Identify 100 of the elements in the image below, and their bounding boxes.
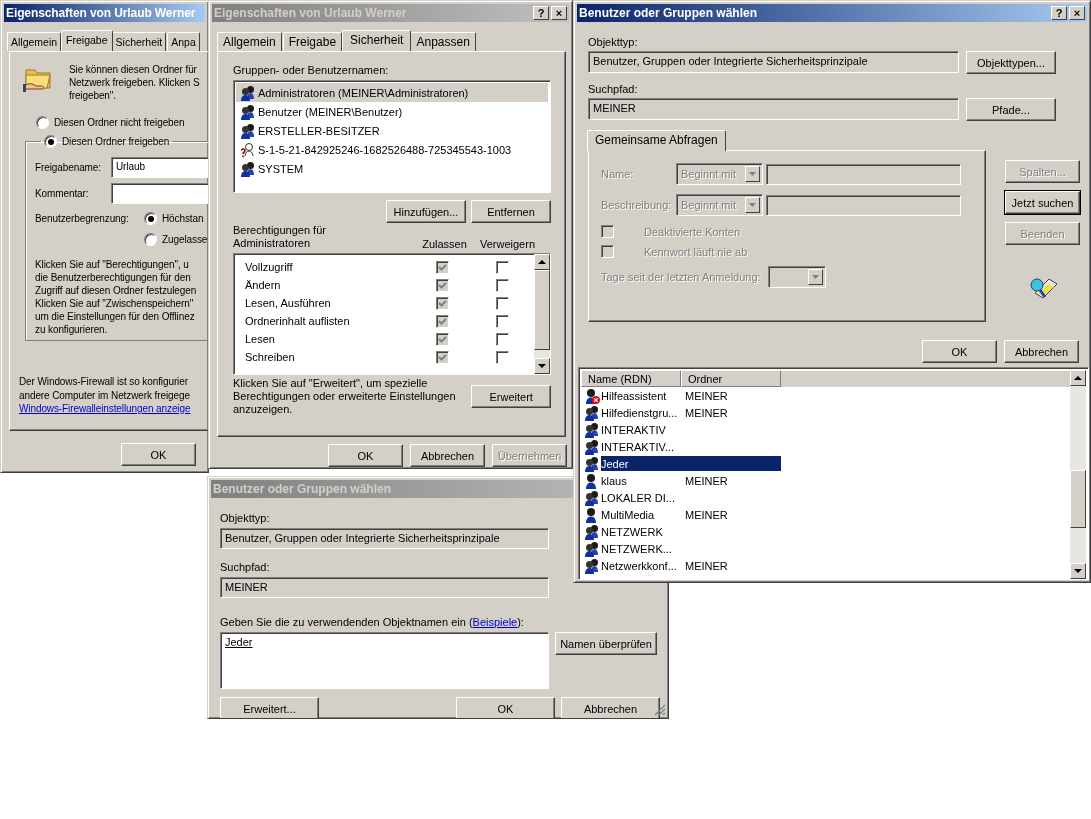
tab[interactable]: Sicherheit <box>111 32 167 51</box>
allow-checkbox[interactable] <box>436 350 449 364</box>
group-icon <box>584 455 600 472</box>
name-cell-text: Netzwerkkonf... <box>601 559 678 572</box>
tab[interactable]: Freigabe <box>61 30 113 51</box>
scroll-down-icon[interactable] <box>1074 569 1082 573</box>
group-list-item[interactable]: Administratoren (MEINER\Administratoren) <box>236 83 548 102</box>
scroll-down-icon[interactable] <box>538 364 546 368</box>
dialog-button[interactable]: Abbrechen <box>410 444 485 467</box>
scrollbar[interactable] <box>534 254 550 374</box>
result-row[interactable]: NETZWERK... <box>601 541 781 556</box>
dialog-button[interactable]: Abbrechen <box>1004 340 1079 363</box>
allow-checkbox[interactable] <box>436 260 449 274</box>
dropdown-arrow-icon[interactable] <box>749 203 756 207</box>
side-button[interactable]: Jetzt suchen <box>1005 191 1080 214</box>
radio-button[interactable]: Diesen Ordner freigeben <box>44 135 170 148</box>
object-names-field[interactable]: Jeder <box>220 632 549 689</box>
firewall-settings-link[interactable]: Windows-Firewalleinstellungen anzeige <box>19 403 191 414</box>
name-cell-text: INTERAKTIV <box>601 423 667 436</box>
radio-button[interactable]: Diesen Ordner nicht freigeben <box>36 116 208 129</box>
dialog-button[interactable]: OK <box>328 444 403 467</box>
group-icon <box>240 103 256 120</box>
groups-list[interactable]: Administratoren (MEINER\Administratoren) Benutzer (MEINER\Benutzer) ERSTELLER-BESITZER S-1-5-21-842925246-1682526488-725345543-1003 SYSTEM <box>233 80 551 193</box>
result-row[interactable]: Hilfedienstgru... MEINER <box>601 405 781 420</box>
tab[interactable]: Anpa <box>167 32 200 51</box>
name-cell-text: Hilfeassistent <box>601 389 668 402</box>
advanced-button[interactable]: Erweitert <box>471 385 551 408</box>
group-icon <box>584 557 600 574</box>
group-list-item[interactable]: ERSTELLER-BESITZER <box>236 121 548 140</box>
permission-name: Ändern <box>245 279 282 291</box>
help-button[interactable]: ? <box>533 6 549 20</box>
tab[interactable]: Freigabe <box>282 32 343 51</box>
object-type-field: Benutzer, Gruppen oder Integrierte Sicherheitsprinzipale <box>220 528 549 549</box>
dropdown-arrow-icon[interactable] <box>749 172 756 176</box>
group-list-item[interactable]: Benutzer (MEINER\Benutzer) <box>236 102 548 121</box>
check-names-button[interactable]: Namen überprüfen <box>555 632 657 655</box>
dialog-button[interactable]: OK <box>922 340 997 363</box>
result-row[interactable]: klaus MEINER <box>601 473 781 488</box>
folder-cell: MEINER <box>685 559 728 572</box>
group-icon <box>584 421 600 438</box>
share-name-label: Freigabename: <box>35 162 102 173</box>
ok-button[interactable]: OK <box>121 443 196 466</box>
dropdown-arrow-icon[interactable] <box>811 275 819 279</box>
permission-name: Vollzugriff <box>245 261 294 273</box>
help-button[interactable]: ? <box>1051 6 1067 20</box>
group-list-item[interactable]: S-1-5-21-842925246-1682526488-725345543-1003 <box>236 140 548 159</box>
permission-name: Lesen, Ausführen <box>245 297 332 309</box>
dialog-button[interactable]: OK <box>456 697 555 718</box>
window-title: Eigenschaften von Urlaub Werner <box>214 6 408 20</box>
group-icon <box>240 122 256 139</box>
result-row[interactable]: Netzwerkkonf... MEINER <box>601 558 781 573</box>
radio-button[interactable]: Zugelasse <box>144 233 208 246</box>
group-icon <box>584 540 600 557</box>
close-button[interactable]: × <box>1069 6 1085 20</box>
result-row[interactable]: Jeder <box>601 456 781 471</box>
group-list-item[interactable]: SYSTEM <box>236 159 548 178</box>
scrollbar[interactable] <box>1070 370 1086 579</box>
allow-checkbox[interactable] <box>436 296 449 310</box>
object-types-button[interactable]: Objekttypen... <box>966 51 1056 74</box>
group-icon <box>584 489 600 506</box>
examples-link[interactable]: Beispiele <box>472 616 518 628</box>
comment-field[interactable] <box>111 183 208 204</box>
share-name-field[interactable]: Urlaub <box>111 157 208 178</box>
allow-checkbox[interactable] <box>436 332 449 346</box>
column-header[interactable]: Ordner <box>681 370 781 387</box>
tab[interactable]: Anpassen <box>410 32 476 51</box>
tab[interactable]: Sicherheit <box>342 30 412 51</box>
paths-button[interactable]: Pfade... <box>966 98 1056 121</box>
object-names-prompt: Geben Sie die zu verwendenden Objektnamen ein (Beispiele): <box>220 616 525 628</box>
result-row[interactable]: INTERAKTIV... <box>601 439 781 454</box>
firewall-note: Der Windows-Firewall ist so konfigurier andere Computer im Netzwerk freigege <box>19 375 191 403</box>
tab[interactable]: Gemeinsame Abfragen <box>587 130 726 151</box>
scroll-up-icon[interactable] <box>538 260 546 264</box>
result-row[interactable]: LOKALER DI... <box>601 490 781 505</box>
scroll-up-icon[interactable] <box>1074 376 1082 380</box>
name-cell-text: MultiMedia <box>601 508 656 521</box>
disabled-user-icon <box>584 387 600 404</box>
close-button[interactable]: × <box>551 6 567 20</box>
permission-name: Lesen <box>245 333 276 345</box>
result-row[interactable]: MultiMedia MEINER <box>601 507 781 522</box>
result-row[interactable]: Hilfeassistent MEINER <box>601 388 781 403</box>
allow-checkbox[interactable] <box>436 278 449 292</box>
deny-heading: Verweigern <box>478 238 536 250</box>
advanced-button[interactable]: Erweitert... <box>220 697 319 718</box>
add-button[interactable]: Hinzufügen... <box>386 200 466 223</box>
allow-checkbox[interactable] <box>436 314 449 328</box>
window-title: Benutzer oder Gruppen wählen <box>213 482 392 496</box>
tab[interactable]: Allgemein <box>7 32 62 51</box>
dialog-button[interactable]: Abbrechen <box>561 697 660 718</box>
radio-button[interactable]: Höchstan <box>144 212 208 225</box>
name-cell-text: klaus <box>601 474 628 487</box>
name-cell-text: Hilfedienstgru... <box>601 406 679 419</box>
name-cell-text: NETZWERK... <box>601 542 673 555</box>
column-header[interactable]: Name (RDN) <box>581 370 681 387</box>
tab[interactable]: Allgemein <box>217 32 282 51</box>
result-row[interactable]: INTERAKTIV <box>601 422 781 437</box>
permissions-label: Berechtigungen für Administratoren <box>233 224 327 250</box>
result-row[interactable]: NETZWERK <box>601 524 781 539</box>
remove-button[interactable]: Entfernen <box>471 200 551 223</box>
resize-grip-icon[interactable] <box>654 704 666 716</box>
